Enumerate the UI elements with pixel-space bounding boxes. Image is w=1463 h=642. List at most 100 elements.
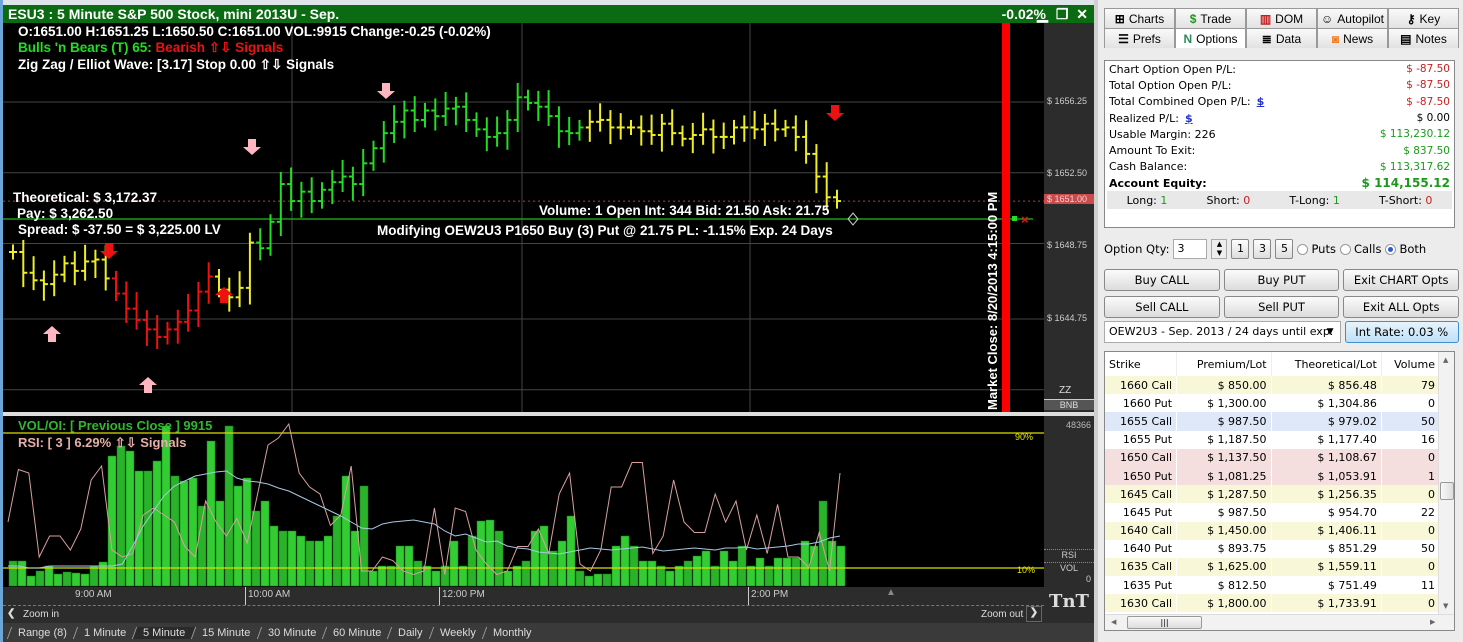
column-header[interactable]: Theoretical/Lot xyxy=(1271,352,1382,376)
sell-put-button[interactable]: Sell PUT xyxy=(1223,296,1340,318)
scroll-marker-icon[interactable]: ▲ xyxy=(886,587,896,598)
bnb-signals: ⇧⇩ Signals xyxy=(208,40,284,55)
volume-bar xyxy=(485,519,495,587)
volume-bar xyxy=(458,565,468,587)
volume-bar xyxy=(521,560,531,587)
sell-call-button[interactable]: Sell CALL xyxy=(1104,296,1220,318)
tshort-count: T-Short: 0 xyxy=(1379,193,1433,207)
chain-row[interactable]: 1635 Call $ 1,625.00 $ 1,559.11 0 xyxy=(1105,557,1441,577)
tab-dom[interactable]: ▥ DOM xyxy=(1246,8,1317,28)
timeframe-tab[interactable]: Range (8) xyxy=(6,626,78,639)
tab-options[interactable]: N Options xyxy=(1175,28,1246,48)
volume-bar xyxy=(557,540,567,587)
volume-bar xyxy=(260,500,270,587)
close-icon[interactable]: ✕ xyxy=(1076,6,1090,22)
exit-chart-opts-button[interactable]: Exit CHART Opts xyxy=(1343,269,1460,291)
horizontal-scrollbar[interactable]: ◀ ||| ▶ xyxy=(1105,614,1454,630)
scroll-left-icon[interactable]: ◀ xyxy=(1111,618,1116,626)
cell-theo: $ 856.48 xyxy=(1271,376,1382,395)
tab-data[interactable]: ≣ Data xyxy=(1246,28,1317,48)
scroll-right-icon[interactable]: ▶ xyxy=(1430,618,1435,626)
tab-key[interactable]: ⚷ Key xyxy=(1388,8,1459,28)
timeframe-tab[interactable]: 15 Minute xyxy=(191,626,261,639)
chain-row[interactable]: 1650 Call $ 1,137.50 $ 1,108.67 0 xyxy=(1105,448,1441,467)
vol-tag[interactable]: VOL xyxy=(1044,562,1094,573)
scroll-up-icon[interactable]: ▲ xyxy=(1443,356,1448,364)
column-header[interactable]: Volume xyxy=(1381,352,1441,376)
restore-icon[interactable]: ❐ xyxy=(1056,6,1071,22)
price-axis[interactable]: $ 1656.25 $ 1652.50 $ 1651.00 $ 1648.75 … xyxy=(1044,23,1094,412)
timeframe-tab[interactable]: Monthly xyxy=(481,626,542,639)
column-header[interactable]: Strike xyxy=(1105,352,1178,376)
radio-icon[interactable] xyxy=(1339,243,1351,255)
radio-icon[interactable] xyxy=(1297,243,1309,255)
tab-notes[interactable]: ▤ Notes xyxy=(1388,28,1459,48)
chain-row[interactable]: 1645 Call $ 1,287.50 $ 1,256.35 0 xyxy=(1105,485,1441,504)
both-radio[interactable]: Both xyxy=(1385,242,1426,256)
qty-1-button[interactable]: 1 xyxy=(1231,239,1250,259)
chain-row[interactable]: 1645 Put $ 987.50 $ 954.70 22 xyxy=(1105,503,1441,522)
timeframe-tab[interactable]: 5 Minute xyxy=(131,626,196,639)
buy-call-button[interactable]: Buy CALL xyxy=(1104,269,1220,291)
horizontal-scroll-thumb[interactable]: ||| xyxy=(1127,616,1202,629)
puts-radio[interactable]: Puts xyxy=(1297,242,1336,256)
details-link-icon[interactable]: $ xyxy=(1257,95,1265,108)
buy-put-button[interactable]: Buy PUT xyxy=(1223,269,1340,291)
zz-tag[interactable]: ZZ xyxy=(1059,385,1071,396)
chain-row[interactable]: 1630 Call $ 1,800.00 $ 1,733.91 0 xyxy=(1105,594,1441,613)
tab-trade[interactable]: $ Trade xyxy=(1175,8,1246,28)
tab-news[interactable]: ◙ News xyxy=(1317,28,1388,48)
tab-autopilot[interactable]: ☺ Autopilot xyxy=(1317,8,1388,28)
timeframe-tab[interactable]: 60 Minute xyxy=(321,626,392,639)
vertical-scroll-thumb[interactable] xyxy=(1440,482,1454,500)
timeframe-tab[interactable]: Daily xyxy=(387,626,433,639)
spin-up-icon[interactable]: ▲ xyxy=(1217,240,1222,248)
int-rate-button[interactable]: Int Rate: 0.03 % xyxy=(1344,321,1459,343)
chain-row[interactable]: 1660 Call $ 850.00 $ 856.48 79 xyxy=(1105,376,1441,395)
rsi-tag[interactable]: RSI xyxy=(1044,549,1094,560)
column-header[interactable]: Premium/Lot xyxy=(1176,352,1272,376)
timeframe-tab[interactable]: 30 Minute xyxy=(256,626,327,639)
chain-row[interactable]: 1660 Put $ 1,300.00 $ 1,304.86 0 xyxy=(1105,394,1441,413)
zoom-out-icon[interactable]: ❯ xyxy=(1026,606,1042,622)
volume-bar xyxy=(836,545,846,587)
details-link-icon[interactable]: $ xyxy=(1185,112,1193,125)
calls-radio[interactable]: Calls xyxy=(1339,242,1381,256)
price-chart[interactable]: × xyxy=(3,23,1044,412)
chain-row[interactable]: 1655 Call $ 987.50 $ 979.02 50 xyxy=(1105,412,1441,431)
exit-all-opts-button[interactable]: Exit ALL Opts xyxy=(1343,296,1460,318)
tab-prefs[interactable]: ☰ Prefs xyxy=(1104,28,1175,48)
qty-3-button[interactable]: 3 xyxy=(1253,239,1272,259)
dropdown-arrow-icon[interactable]: ▼ xyxy=(1327,322,1334,342)
account-label: Usable Margin: 226 xyxy=(1109,127,1216,141)
option-qty-input[interactable]: 3 xyxy=(1173,239,1208,259)
timeframe-tab[interactable]: Weekly xyxy=(428,626,486,639)
scroll-down-icon[interactable]: ▼ xyxy=(1443,602,1448,610)
radio-selected-icon[interactable] xyxy=(1385,243,1397,255)
chain-row[interactable]: 1650 Put $ 1,081.25 $ 1,053.91 1 xyxy=(1105,466,1441,486)
cell-theo: $ 1,177.40 xyxy=(1271,430,1382,449)
zoom-in-icon[interactable]: ❮ xyxy=(7,608,15,619)
cell-strike: 1650 Put xyxy=(1105,466,1178,486)
volume-bar xyxy=(746,565,756,587)
expiry-select[interactable]: OEW2U3 - Sep. 2013 / 24 days until exp. ▼ xyxy=(1104,321,1341,343)
tab-charts[interactable]: ⊞ Charts xyxy=(1104,8,1175,28)
volume-bar xyxy=(152,460,162,587)
zoom-out-button[interactable]: Zoom out xyxy=(981,609,1023,620)
chain-row[interactable]: 1635 Put $ 812.50 $ 751.49 11 xyxy=(1105,576,1441,595)
timeframe-tab[interactable]: 1 Minute xyxy=(72,626,137,639)
qty-spinner[interactable]: ▲ ▼ xyxy=(1211,239,1228,259)
account-value: $ 113,230.12 xyxy=(1379,128,1450,141)
sell-signal-arrow-icon xyxy=(100,243,118,259)
volume-bar xyxy=(782,557,792,587)
zoom-in-button[interactable]: Zoom in xyxy=(23,609,59,620)
bnb-tag[interactable]: BNB xyxy=(1044,399,1094,410)
spin-down-icon[interactable]: ▼ xyxy=(1217,249,1222,257)
minimize-icon[interactable]: ▁ xyxy=(1037,6,1050,22)
chain-row[interactable]: 1655 Put $ 1,187.50 $ 1,177.40 16 xyxy=(1105,430,1441,449)
vertical-scrollbar[interactable]: ▲ ▼ xyxy=(1438,352,1454,614)
chain-row[interactable]: 1640 Call $ 1,450.00 $ 1,406.11 0 xyxy=(1105,521,1441,540)
qty-5-button[interactable]: 5 xyxy=(1275,239,1294,259)
chain-row[interactable]: 1640 Put $ 893.75 $ 851.29 50 xyxy=(1105,539,1441,558)
volume-bar xyxy=(602,573,612,587)
